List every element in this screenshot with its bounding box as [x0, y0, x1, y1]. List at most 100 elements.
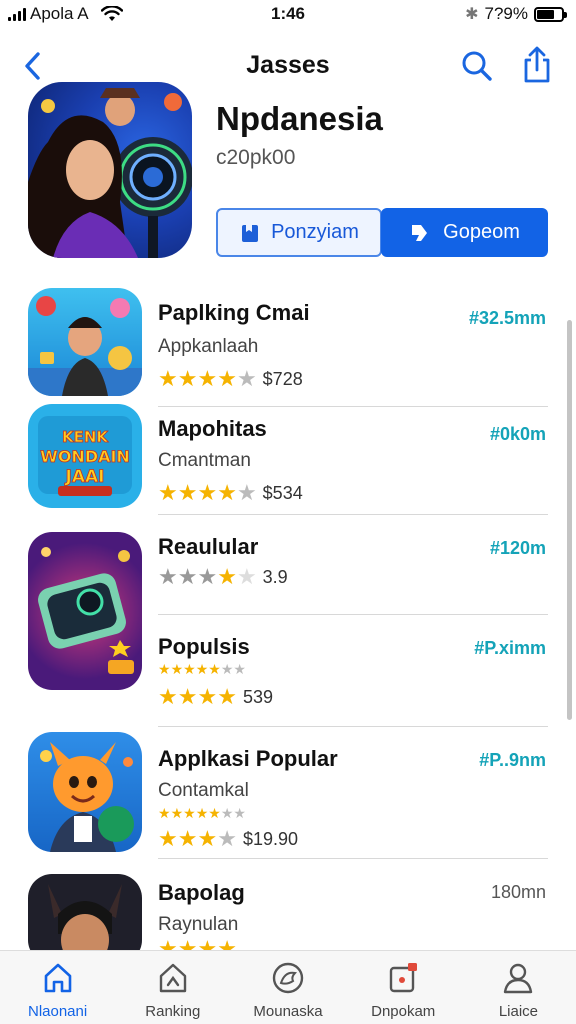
app-name: Applkasi Popular	[158, 746, 338, 771]
list-item[interactable]: Populsis ★ ★ ★ ★ ★ ★ ★ ★ ★ ★ ★ 539 #P.ximm	[0, 632, 576, 744]
app-price: #32.5mm	[468, 308, 546, 328]
star-icon: ★	[158, 805, 171, 821]
rating-stars: ★ ★ ★ ★ ★ $728	[158, 368, 303, 390]
svg-text:WONDAIN: WONDAIN	[40, 447, 130, 466]
star-icon: ★	[217, 480, 237, 505]
star-icon: ★	[177, 826, 198, 851]
star-icon: ★	[236, 366, 257, 391]
row-divider	[158, 726, 548, 727]
star-icon: ★	[170, 805, 184, 821]
star-icon: ★	[158, 826, 178, 851]
star-icon: ★	[217, 684, 237, 709]
star-icon: ★	[197, 826, 218, 851]
star-icon: ★	[158, 564, 178, 589]
star-icon: ★	[233, 805, 246, 821]
app-category: Raynulan	[158, 914, 239, 935]
star-icon: ★	[197, 564, 218, 589]
battery-percent: 7?9%	[484, 4, 528, 23]
star-icon: ★	[183, 805, 196, 821]
primary-action-button[interactable]: Gopeom	[381, 208, 548, 257]
app-price: 180mn	[490, 882, 546, 902]
outline-action-button[interactable]: Ponzyiam	[216, 208, 382, 257]
app-price: #120m	[489, 538, 546, 558]
share-icon[interactable]	[520, 46, 554, 84]
outline-button-label: Ponzyiam	[271, 221, 359, 243]
featured-app-icon[interactable]	[28, 82, 192, 258]
featured-artwork	[28, 88, 192, 258]
rating-value: 3.9	[262, 566, 288, 587]
ranking-icon	[159, 963, 186, 993]
home-icon	[44, 963, 71, 993]
star-icon: ★	[177, 564, 198, 589]
discover-icon	[272, 962, 304, 994]
star-icon: ★	[236, 564, 257, 589]
rating-stars-small: ★ ★ ★ ★ ★ ★ ★	[158, 806, 246, 820]
app-category: Cmantman	[158, 450, 251, 471]
app-category: Appkanlaah	[158, 336, 259, 357]
star-icon: ★	[183, 661, 196, 677]
tab-profile[interactable]: Liaice	[461, 951, 576, 1024]
battery-icon	[534, 6, 567, 22]
app-icon	[28, 732, 142, 852]
tab-label: Nlaonani	[27, 1003, 88, 1020]
rating-stars: ★ ★ ★ ★ $19.90	[158, 828, 298, 850]
rating-stars: ★ ★ ★ ★ 539	[158, 686, 273, 708]
star-icon: ★	[158, 366, 178, 391]
star-icon: ★	[158, 684, 178, 709]
app-price: #0k0m	[489, 424, 546, 444]
profile-icon	[504, 963, 533, 994]
tab-label: Dnpokam	[371, 1003, 436, 1020]
star-icon: ★	[197, 684, 218, 709]
tab-home[interactable]: Nlaonani	[0, 951, 115, 1024]
star-icon: ★	[177, 684, 198, 709]
bluetooth-icon: ✱	[465, 6, 479, 23]
row-divider	[158, 614, 548, 615]
list-item[interactable]: Bapolag Raynulan ★ ★ ★ ★ 180mn	[0, 874, 576, 964]
star-icon: ★	[233, 661, 246, 677]
scrollbar[interactable]	[567, 320, 572, 720]
star-icon: ★	[197, 480, 218, 505]
play-flag-icon	[412, 224, 428, 241]
svg-text:JAAI: JAAI	[65, 467, 105, 487]
updates-icon	[390, 963, 418, 993]
app-name: Bapolag	[158, 880, 245, 905]
tab-label: Liaice	[498, 1003, 539, 1020]
star-icon: ★	[195, 661, 209, 677]
star-icon: ★	[220, 805, 234, 821]
star-icon: ★	[197, 366, 218, 391]
status-right: ✱ 7?9%	[465, 4, 567, 24]
rating-stars: ★ ★ ★ ★ ★ $534	[158, 482, 303, 504]
rating-stars: ★ ★ ★ ★ ★ 3.9	[158, 566, 288, 588]
star-icon: ★	[217, 826, 237, 851]
star-icon: ★	[208, 661, 221, 677]
status-bar: Apola A 1:46 ✱ 7?9%	[0, 0, 576, 30]
app-name: Populsis	[158, 634, 250, 659]
app-icon: KENK WONDAIN JAAI	[28, 404, 142, 508]
list-item[interactable]: Reaulular ★ ★ ★ ★ ★ 3.9 #120m	[0, 532, 576, 690]
app-icon	[28, 288, 142, 396]
list-item[interactable]: Paplking Cmai Appkanlaah ★ ★ ★ ★ ★ $728 #32.…	[0, 288, 576, 407]
star-icon: ★	[236, 480, 257, 505]
app-name: Reaulular	[158, 534, 259, 559]
rating-stars-small: ★ ★ ★ ★ ★ ★ ★	[158, 662, 246, 676]
chevron-left-icon[interactable]	[18, 48, 48, 84]
featured-app-subtitle: c20pk00	[216, 146, 296, 169]
star-icon: ★	[177, 480, 198, 505]
bookmark-icon	[242, 224, 259, 242]
row-divider	[158, 514, 548, 515]
tab-bar: Nlaonani Ranking Mounaska Dnpokam Liaice	[0, 950, 576, 1024]
list-item[interactable]: Applkasi Popular Contamkal ★ ★ ★ ★ ★ ★ ★ ★ ★ ★ ★ …	[0, 732, 576, 862]
app-price: #P..9nm	[479, 750, 546, 770]
star-icon: ★	[217, 564, 237, 589]
app-name: Mapohitas	[158, 416, 267, 441]
tab-ranking[interactable]: Ranking	[115, 951, 230, 1024]
svg-text:KENK: KENK	[62, 428, 109, 446]
list-item[interactable]: KENK WONDAIN JAAI Mapohitas Cmantman ★ ★ ★…	[0, 404, 576, 516]
tab-discover[interactable]: Mounaska	[230, 951, 345, 1024]
search-icon[interactable]	[460, 48, 494, 84]
row-divider	[158, 858, 548, 859]
tab-updates[interactable]: Dnpokam	[346, 951, 461, 1024]
rating-value: $728	[262, 368, 303, 389]
star-icon: ★	[217, 366, 237, 391]
star-icon: ★	[177, 366, 198, 391]
